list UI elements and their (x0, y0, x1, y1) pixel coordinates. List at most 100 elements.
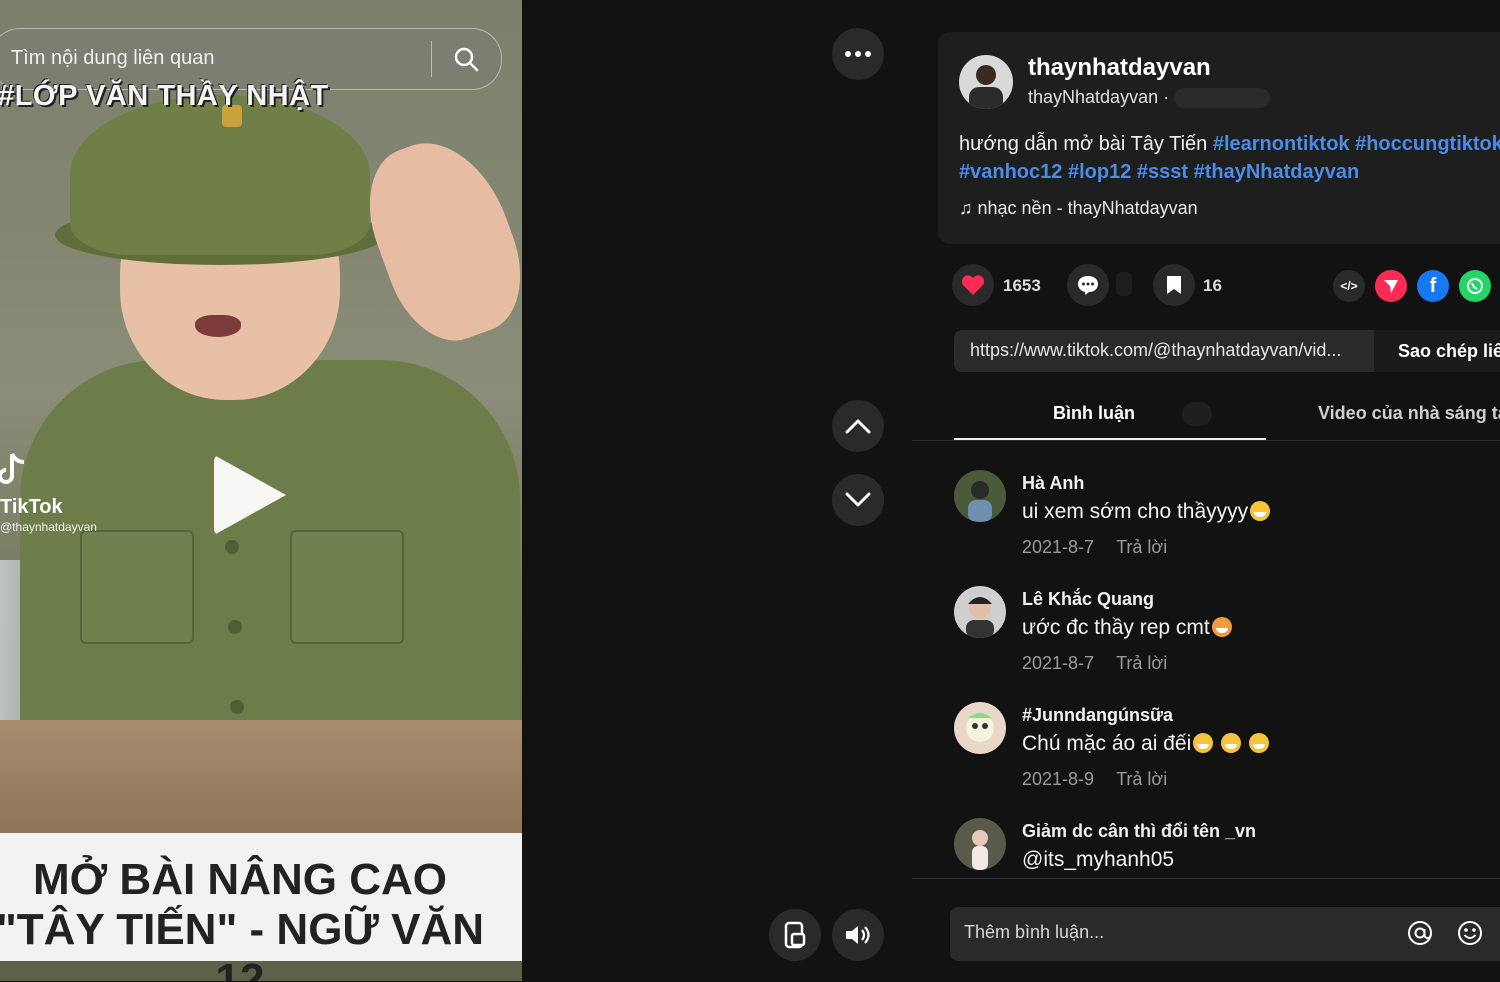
like-button[interactable] (952, 264, 994, 306)
volume-icon (846, 926, 870, 944)
comment-meta: 2021-8-7 Trả lời (1022, 537, 1167, 558)
commenter-avatar[interactable] (954, 702, 1006, 754)
previous-video-button[interactable] (832, 400, 884, 452)
author-nickname: thayNhatdayvan · (1028, 87, 1271, 109)
uniform-pocket-left (80, 530, 194, 644)
comment-button[interactable] (1067, 264, 1109, 306)
tiktok-logo-icon (0, 453, 25, 484)
tab-comments-label: Bình luận (1053, 403, 1135, 423)
copy-link-label: Sao chép liên kết (1398, 341, 1500, 361)
whatsapp-icon[interactable] (1459, 270, 1491, 302)
next-video-button[interactable] (832, 474, 884, 526)
like-count: 1653 (1003, 276, 1041, 295)
more-options-button[interactable] (832, 28, 884, 80)
hashtag[interactable]: #thayNhatdayvan (1194, 161, 1360, 183)
commenter-avatar[interactable] (954, 818, 1006, 870)
save-count: 16 (1203, 276, 1222, 295)
comment-text-content: Chú mặc áo ai đếi (1022, 732, 1192, 755)
music-note-icon: ♫ (959, 198, 978, 218)
joy-emoji-icon (1248, 733, 1269, 753)
tab-bar: Bình luận Video của nhà sáng tạo (912, 392, 1500, 441)
comment-date: 2021-8-7 (1022, 537, 1095, 557)
embed-icon[interactable]: </> (1333, 270, 1365, 302)
play-icon[interactable] (214, 455, 286, 535)
hashtag[interactable]: #lop12 (1068, 161, 1131, 183)
commenter-avatar[interactable] (954, 586, 1006, 638)
heart-icon (961, 275, 985, 295)
bookmark-icon (1167, 276, 1181, 294)
comment-mention[interactable]: @its_myhanh05 (1022, 848, 1174, 872)
comment-text-content: ước đc thầy rep cmt (1022, 616, 1210, 639)
hashtag[interactable]: #ssst (1137, 161, 1188, 183)
device-flip-icon (784, 921, 806, 949)
comment-date: 2021-8-9 (1022, 769, 1095, 789)
video-player[interactable]: Tìm nội dung liên quan #LỚP VĂN THẦY NHẬ… (0, 0, 522, 981)
comment-count-placeholder (1116, 272, 1132, 296)
grin-emoji-icon (1250, 501, 1271, 521)
hashtag[interactable]: #learnontiktok (1213, 133, 1350, 155)
mini-player-button[interactable] (769, 909, 821, 961)
author-username[interactable]: thaynhatdayvan (1028, 54, 1211, 82)
commenter-name[interactable]: Giảm dc cân thì đổi tên _vn (1022, 821, 1256, 842)
reply-button[interactable]: Trả lời (1116, 537, 1167, 557)
comment-item: Giảm dc cân thì đổi tên _vn @its_myhanh0… (954, 788, 1494, 878)
comment-date: 2021-8-7 (1022, 653, 1095, 673)
author-card: thaynhatdayvan thayNhatdayvan · hướng dẫ… (938, 32, 1500, 244)
comment-input[interactable]: Thêm bình luận... (950, 907, 1500, 961)
table (0, 720, 522, 840)
comment-text: ước đc thầy rep cmt (1022, 616, 1232, 640)
tab-comments[interactable]: Bình luận (954, 392, 1266, 440)
search-icon[interactable] (451, 44, 481, 74)
share-link-box: https://www.tiktok.com/@thaynhatdayvan/v… (954, 330, 1500, 372)
send-to-friend-icon[interactable] (1375, 270, 1407, 302)
emoji-picker-icon[interactable] (1456, 919, 1484, 947)
comment-bubble-icon (1078, 276, 1098, 295)
music-link[interactable]: ♫ nhạc nền - thayNhatdayvan (959, 198, 1198, 219)
heart-eyes-emoji-icon (1211, 617, 1232, 637)
video-description: hướng dẫn mở bài Tây Tiến #learnontiktok… (959, 130, 1500, 186)
author-nickname-text: thayNhatdayvan · (1028, 87, 1170, 107)
mouth (195, 315, 241, 337)
comment-meta: 2021-8-7 Trả lời (1022, 653, 1167, 674)
commenter-name[interactable]: #Junndangúnsữa (1022, 705, 1173, 726)
banner-line-1: MỞ BÀI NÂNG CAO (33, 855, 447, 904)
facebook-icon[interactable]: f (1417, 270, 1449, 302)
video-title-banner: MỞ BÀI NÂNG CAO "TÂY TIẾN" - NGỮ VĂN 12 (0, 833, 522, 981)
details-panel: thaynhatdayvan thayNhatdayvan · hướng dẫ… (912, 0, 1500, 981)
comment-text-content: ui xem sớm cho thầyyyy (1022, 500, 1249, 523)
mention-at-icon[interactable] (1406, 919, 1434, 947)
action-bar: 1653 16 </> f (952, 264, 1500, 310)
reply-button[interactable]: Trả lời (1116, 653, 1167, 673)
save-button[interactable] (1153, 264, 1195, 306)
description-text: hướng dẫn mở bài Tây Tiến (959, 133, 1213, 155)
helmet (70, 95, 370, 255)
commenter-name[interactable]: Lê Khắc Quang (1022, 589, 1154, 610)
video-caption: #LỚP VĂN THẦY NHẬT (0, 80, 329, 112)
comment-item: Lê Khắc Quang ước đc thầy rep cmt 2021-8… (954, 556, 1494, 673)
joy-emoji-icon (1193, 733, 1214, 753)
hashtag[interactable]: #vanhoc12 (959, 161, 1062, 183)
copy-link-button[interactable]: Sao chép liên kết (1374, 330, 1500, 372)
share-url[interactable]: https://www.tiktok.com/@thaynhatdayvan/v… (970, 340, 1341, 361)
banner-line-2: "TÂY TIẾN" - NGỮ VĂN 12 (0, 905, 485, 981)
more-dots-icon (845, 51, 871, 57)
hashtag[interactable]: #hoccungtiktok (1355, 133, 1500, 155)
commenter-name[interactable]: Hà Anh (1022, 473, 1084, 494)
tab-creator-videos[interactable]: Video của nhà sáng tạo (1318, 403, 1500, 424)
comment-list[interactable]: Hà Anh ui xem sớm cho thầyyyy 2021-8-7 Tr… (912, 440, 1500, 878)
reply-button[interactable]: Trả lời (1116, 769, 1167, 789)
author-avatar[interactable] (959, 55, 1013, 109)
comment-item: Hà Anh ui xem sớm cho thầyyyy 2021-8-7 Tr… (954, 440, 1494, 557)
chevron-up-icon (845, 419, 871, 434)
post-date-placeholder (1174, 88, 1271, 109)
comment-meta: 2021-8-9 Trả lời (1022, 769, 1167, 790)
chevron-down-icon (845, 492, 871, 507)
music-title: nhạc nền - thayNhatdayvan (977, 198, 1198, 218)
commenter-avatar[interactable] (954, 470, 1006, 522)
volume-button[interactable] (832, 909, 884, 961)
search-divider (431, 41, 432, 77)
uniform-button (228, 620, 242, 634)
uniform-pocket-right (290, 530, 404, 644)
comment-item: #Junndangúnsữa Chú mặc áo ai đếi 2021-8-… (954, 672, 1494, 789)
search-placeholder: Tìm nội dung liên quan (11, 47, 215, 69)
